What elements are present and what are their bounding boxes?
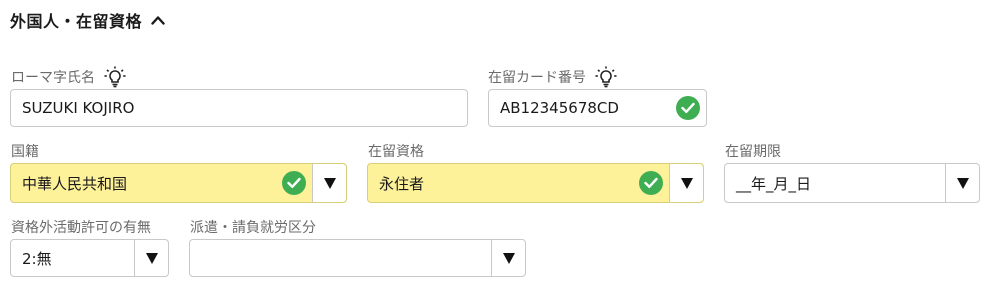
status-value: 永住者 [379,174,425,193]
dispatch-label: 派遣・請負就労区分 [190,220,316,236]
nationality-value: 中華人民共和国 [22,174,128,193]
work-permit-label: 資格外活動許可の有無 [11,220,151,236]
dropdown-arrow-icon[interactable] [491,240,525,276]
work-permit-value: 2:無 [22,249,52,268]
dropdown-arrow-icon[interactable] [669,164,703,202]
romaji-name-value: SUZUKI KOJIRO [22,99,135,117]
card-number-label-text: 在留カード番号 [488,70,586,86]
period-value: __年_月_日 [736,174,812,193]
status-label: 在留資格 [368,144,424,160]
lightbulb-icon[interactable] [594,66,618,88]
dropdown-arrow-icon[interactable] [134,240,168,276]
section-title: 外国人・在留資格 [10,12,143,31]
dropdown-arrow-icon[interactable] [945,164,979,202]
check-icon [639,171,663,195]
card-number-label: 在留カード番号 [488,66,618,88]
check-icon [282,171,306,195]
section-header[interactable]: 外国人・在留資格 [10,6,166,34]
romaji-name-label-text: ローマ字氏名 [11,70,95,86]
dropdown-arrow-icon[interactable] [312,164,346,202]
dispatch-select[interactable] [189,239,526,277]
period-input[interactable]: __年_月_日 [724,163,980,203]
card-number-value: AB12345678CD [500,99,619,117]
work-permit-select[interactable]: 2:無 [10,239,169,277]
period-label: 在留期限 [725,144,781,160]
romaji-name-input[interactable]: SUZUKI KOJIRO [10,89,468,127]
chevron-up-icon[interactable] [150,12,166,28]
romaji-name-label: ローマ字氏名 [11,66,127,88]
nationality-label: 国籍 [11,144,39,160]
nationality-select[interactable]: 中華人民共和国 [10,163,347,203]
lightbulb-icon[interactable] [103,66,127,88]
status-select[interactable]: 永住者 [367,163,704,203]
card-number-input[interactable]: AB12345678CD [488,89,707,127]
check-icon [676,96,700,120]
